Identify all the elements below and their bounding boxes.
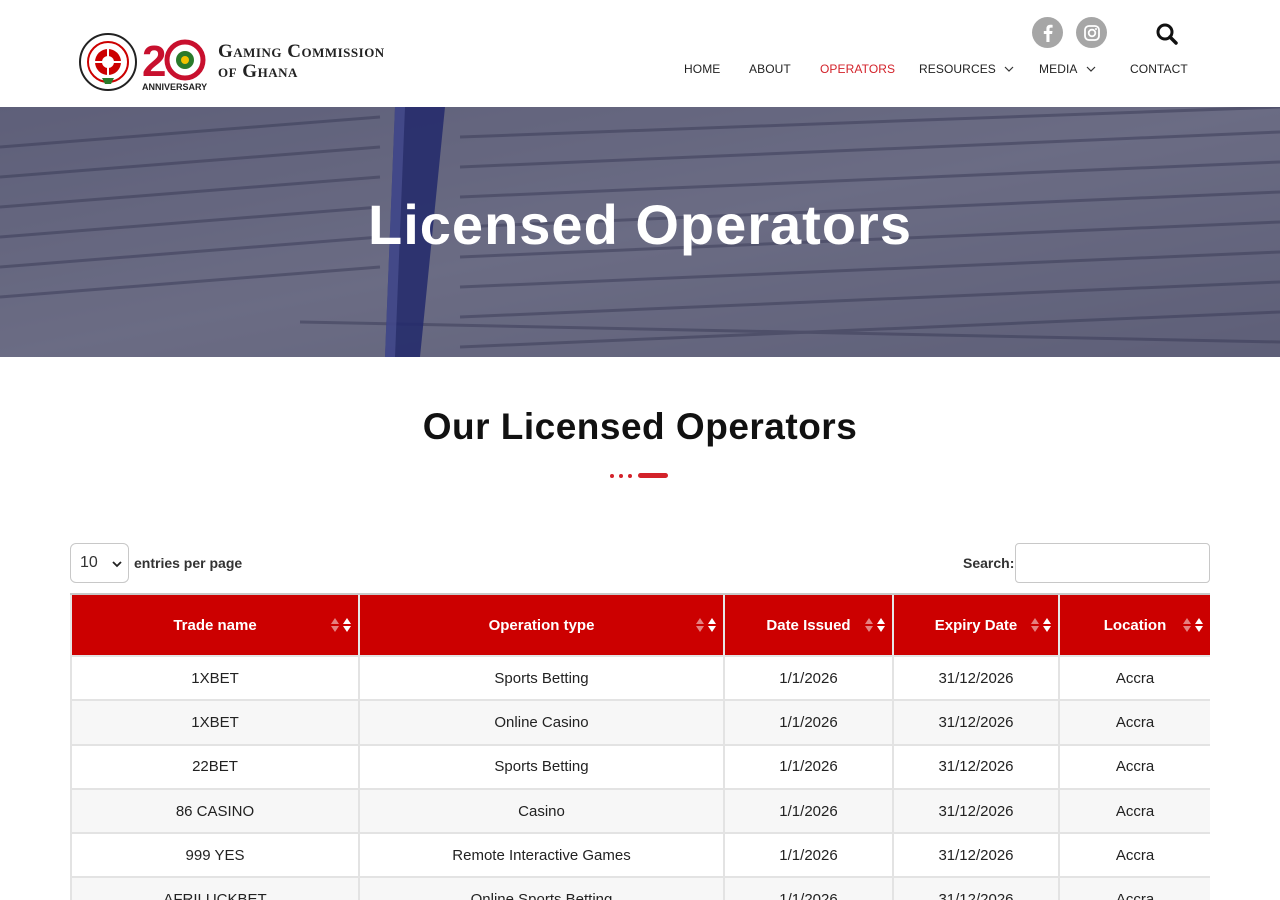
site-header: 2 ANNIVERSARY Gaming Commission of Ghana…	[0, 0, 1280, 107]
chevron-down-icon	[1086, 66, 1095, 72]
cell-trade-name: AFRILUCKBET	[70, 878, 358, 900]
title-divider	[610, 473, 670, 479]
anniversary-20-icon: 2 ANNIVERSARY	[142, 37, 207, 92]
cell-trade-name: 1XBET	[70, 701, 358, 744]
cell-trade-name: 86 CASINO	[70, 789, 358, 833]
column-header-location[interactable]: Location	[1058, 595, 1210, 655]
nav-resources-label: RESOURCES	[919, 62, 996, 76]
sort-icon	[708, 618, 716, 632]
nav-operators-label: OPERATORS	[820, 62, 896, 76]
table-header-row: Trade name Operation type Date Issued Ex…	[70, 593, 1210, 655]
nav-home[interactable]: HOME	[684, 60, 720, 78]
cell-operation-type: Sports Betting	[358, 657, 723, 700]
cell-date-issued: 1/1/2026	[723, 789, 892, 833]
site-logo[interactable]: 2 ANNIVERSARY Gaming Commission of Ghana	[78, 30, 423, 94]
sort-icon	[1043, 618, 1051, 632]
cell-date-issued: 1/1/2026	[723, 834, 892, 877]
search-label: Search:	[963, 555, 1015, 571]
table-search-input[interactable]	[1015, 543, 1210, 583]
column-header-label: Trade name	[173, 616, 257, 634]
entries-per-page-label: entries per page	[134, 555, 243, 571]
column-header-date-issued[interactable]: Date Issued	[723, 595, 892, 655]
cell-date-issued: 1/1/2026	[723, 878, 892, 900]
sort-icon	[1183, 618, 1191, 632]
svg-text:2: 2	[142, 37, 166, 86]
table-row: AFRILUCKBET Online Sports Betting 1/1/20…	[70, 876, 1210, 900]
cell-date-issued: 1/1/2026	[723, 657, 892, 700]
commission-seal-icon	[79, 33, 137, 91]
cell-trade-name: 1XBET	[70, 657, 358, 700]
column-header-trade-name[interactable]: Trade name	[70, 595, 358, 655]
cell-location: Accra	[1058, 657, 1210, 700]
sort-icon	[331, 618, 339, 632]
table-row: 86 CASINO Casino 1/1/2026 31/12/2026 Acc…	[70, 787, 1210, 833]
cell-expiry-date: 31/12/2026	[892, 657, 1058, 700]
column-header-label: Date Issued	[766, 616, 851, 634]
nav-resources[interactable]: RESOURCES	[919, 60, 1014, 78]
column-header-label: Location	[1103, 616, 1167, 634]
sort-icon	[865, 618, 873, 632]
cell-location: Accra	[1058, 745, 1210, 788]
divider-dot	[628, 474, 632, 478]
nav-media-label: MEDIA	[1039, 62, 1078, 76]
sort-icon	[1031, 618, 1039, 632]
cell-date-issued: 1/1/2026	[723, 745, 892, 788]
sort-icon	[343, 618, 351, 632]
cell-operation-type: Sports Betting	[358, 745, 723, 788]
nav-home-label: HOME	[684, 62, 721, 76]
cell-operation-type: Remote Interactive Games	[358, 834, 723, 877]
table-row: 1XBET Online Casino 1/1/2026 31/12/2026 …	[70, 699, 1210, 744]
table-row: 1XBET Sports Betting 1/1/2026 31/12/2026…	[70, 655, 1210, 700]
cell-location: Accra	[1058, 878, 1210, 900]
search-icon[interactable]	[1155, 22, 1179, 46]
nav-contact-label: CONTACT	[1130, 62, 1188, 76]
cell-operation-type: Casino	[358, 789, 723, 833]
entries-value: 10	[80, 554, 98, 571]
column-header-label: Operation type	[488, 616, 595, 634]
cell-location: Accra	[1058, 701, 1210, 744]
cell-expiry-date: 31/12/2026	[892, 878, 1058, 900]
chevron-down-icon	[1004, 66, 1014, 72]
nav-about-label: ABOUT	[749, 62, 791, 76]
cell-operation-type: Online Sports Betting	[358, 878, 723, 900]
cell-trade-name: 999 YES	[70, 834, 358, 877]
table-body: 1XBET Sports Betting 1/1/2026 31/12/2026…	[70, 655, 1210, 900]
chevron-down-icon	[112, 561, 122, 568]
divider-dot	[619, 474, 623, 478]
instagram-icon[interactable]	[1076, 17, 1107, 48]
cell-date-issued: 1/1/2026	[723, 701, 892, 744]
nav-operators[interactable]: OPERATORS	[820, 60, 895, 78]
table-row: 999 YES Remote Interactive Games 1/1/202…	[70, 832, 1210, 877]
operators-table: Trade name Operation type Date Issued Ex…	[70, 593, 1210, 900]
cell-expiry-date: 31/12/2026	[892, 701, 1058, 744]
cell-location: Accra	[1058, 834, 1210, 877]
cell-operation-type: Online Casino	[358, 701, 723, 744]
hero-banner: Licensed Operators	[0, 107, 1280, 357]
cell-expiry-date: 31/12/2026	[892, 834, 1058, 877]
column-header-operation-type[interactable]: Operation type	[358, 595, 723, 655]
facebook-icon[interactable]	[1032, 17, 1063, 48]
divider-bar	[638, 473, 668, 478]
section-title: Our Licensed Operators	[422, 406, 858, 447]
column-header-label: Expiry Date	[934, 616, 1018, 634]
nav-media[interactable]: MEDIA	[1039, 60, 1096, 78]
entries-per-page-select[interactable]: 10	[70, 543, 129, 583]
sort-icon	[696, 618, 704, 632]
anniversary-label: ANNIVERSARY	[142, 82, 207, 92]
divider-dot	[610, 474, 614, 478]
nav-contact[interactable]: CONTACT	[1130, 60, 1188, 78]
cell-location: Accra	[1058, 789, 1210, 833]
hero-title: Licensed Operators	[368, 193, 912, 256]
logo-line2: of Ghana	[218, 61, 298, 82]
cell-expiry-date: 31/12/2026	[892, 789, 1058, 833]
cell-expiry-date: 31/12/2026	[892, 745, 1058, 788]
column-header-expiry-date[interactable]: Expiry Date	[892, 595, 1058, 655]
nav-about[interactable]: ABOUT	[749, 60, 791, 78]
sort-icon	[877, 618, 885, 632]
sort-icon	[1195, 618, 1203, 632]
table-row: 22BET Sports Betting 1/1/2026 31/12/2026…	[70, 743, 1210, 788]
logo-line1: Gaming Commission	[218, 41, 385, 62]
cell-trade-name: 22BET	[70, 745, 358, 788]
